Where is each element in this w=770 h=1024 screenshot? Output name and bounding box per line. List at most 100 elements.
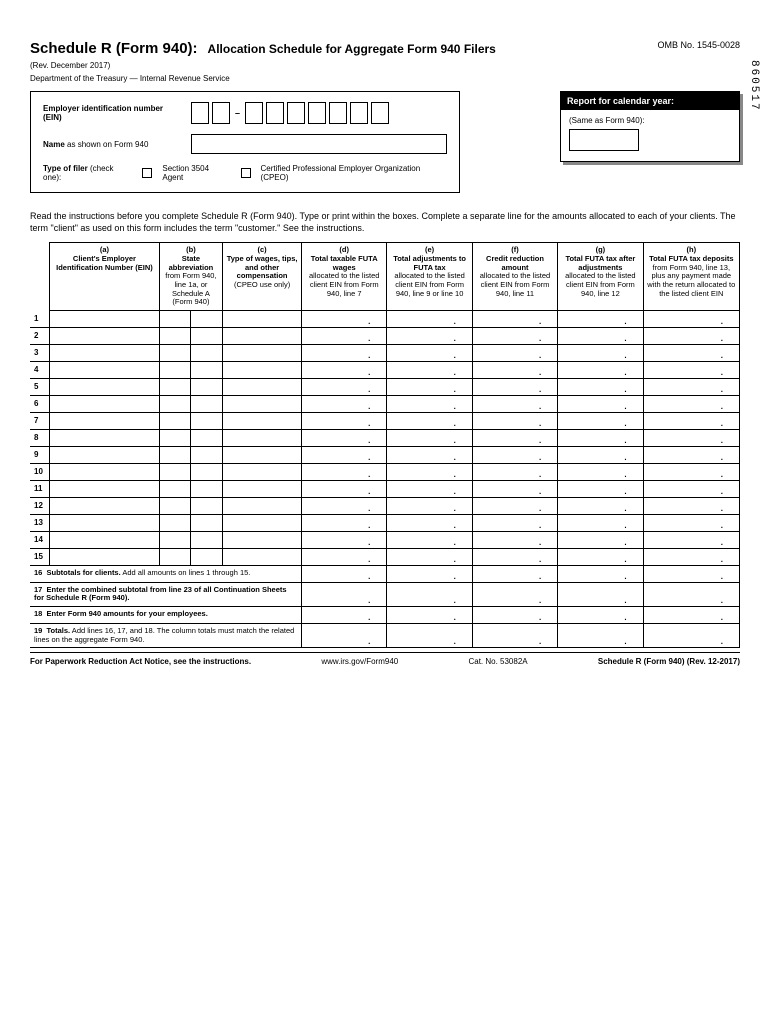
cell-d[interactable]: [302, 395, 387, 412]
cell-e[interactable]: [387, 463, 472, 480]
cell-b1[interactable]: [159, 310, 191, 327]
cell-c[interactable]: [223, 463, 302, 480]
row-19-g[interactable]: [558, 624, 643, 648]
cell-b1[interactable]: [159, 344, 191, 361]
cell-g[interactable]: [558, 531, 643, 548]
row-19-e[interactable]: [387, 624, 472, 648]
cell-b1[interactable]: [159, 497, 191, 514]
cell-f[interactable]: [472, 412, 557, 429]
cell-a[interactable]: [50, 446, 159, 463]
cell-a[interactable]: [50, 548, 159, 565]
ein-digit-4[interactable]: [266, 102, 284, 124]
cell-a[interactable]: [50, 327, 159, 344]
cell-b1[interactable]: [159, 327, 191, 344]
row-16-h[interactable]: [643, 565, 739, 582]
cell-h[interactable]: [643, 327, 739, 344]
cell-c[interactable]: [223, 497, 302, 514]
cell-c[interactable]: [223, 446, 302, 463]
cell-e[interactable]: [387, 310, 472, 327]
cell-c[interactable]: [223, 429, 302, 446]
ein-digit-9[interactable]: [371, 102, 389, 124]
cell-a[interactable]: [50, 463, 159, 480]
year-input[interactable]: [569, 129, 639, 151]
row-16-d[interactable]: [302, 565, 387, 582]
cell-g[interactable]: [558, 395, 643, 412]
cell-b2[interactable]: [191, 548, 223, 565]
cell-d[interactable]: [302, 480, 387, 497]
cell-b1[interactable]: [159, 395, 191, 412]
cell-e[interactable]: [387, 395, 472, 412]
cell-a[interactable]: [50, 412, 159, 429]
cell-b2[interactable]: [191, 310, 223, 327]
cell-c[interactable]: [223, 361, 302, 378]
cell-h[interactable]: [643, 531, 739, 548]
cell-a[interactable]: [50, 378, 159, 395]
cell-f[interactable]: [472, 548, 557, 565]
cell-e[interactable]: [387, 497, 472, 514]
checkbox-3504-agent[interactable]: [142, 168, 152, 178]
cell-b2[interactable]: [191, 514, 223, 531]
cell-c[interactable]: [223, 480, 302, 497]
cell-h[interactable]: [643, 497, 739, 514]
cell-b1[interactable]: [159, 463, 191, 480]
cell-h[interactable]: [643, 429, 739, 446]
cell-e[interactable]: [387, 480, 472, 497]
cell-b1[interactable]: [159, 361, 191, 378]
cell-b2[interactable]: [191, 395, 223, 412]
cell-b1[interactable]: [159, 548, 191, 565]
row-18-e[interactable]: [387, 607, 472, 624]
cell-e[interactable]: [387, 378, 472, 395]
cell-c[interactable]: [223, 412, 302, 429]
cell-g[interactable]: [558, 327, 643, 344]
cell-d[interactable]: [302, 378, 387, 395]
cell-g[interactable]: [558, 361, 643, 378]
ein-digit-1[interactable]: [191, 102, 209, 124]
cell-b2[interactable]: [191, 531, 223, 548]
row-18-f[interactable]: [472, 607, 557, 624]
cell-g[interactable]: [558, 344, 643, 361]
cell-a[interactable]: [50, 480, 159, 497]
cell-d[interactable]: [302, 310, 387, 327]
cell-d[interactable]: [302, 446, 387, 463]
cell-a[interactable]: [50, 429, 159, 446]
cell-b2[interactable]: [191, 480, 223, 497]
cell-a[interactable]: [50, 395, 159, 412]
cell-g[interactable]: [558, 497, 643, 514]
cell-e[interactable]: [387, 327, 472, 344]
ein-digit-7[interactable]: [329, 102, 347, 124]
ein-digit-2[interactable]: [212, 102, 230, 124]
cell-f[interactable]: [472, 310, 557, 327]
ein-digit-8[interactable]: [350, 102, 368, 124]
cell-a[interactable]: [50, 531, 159, 548]
cell-b2[interactable]: [191, 378, 223, 395]
row-17-d[interactable]: [302, 582, 387, 606]
cell-d[interactable]: [302, 412, 387, 429]
cell-b2[interactable]: [191, 463, 223, 480]
cell-d[interactable]: [302, 497, 387, 514]
cell-h[interactable]: [643, 344, 739, 361]
cell-f[interactable]: [472, 327, 557, 344]
cell-h[interactable]: [643, 378, 739, 395]
cell-g[interactable]: [558, 548, 643, 565]
cell-f[interactable]: [472, 446, 557, 463]
cell-f[interactable]: [472, 531, 557, 548]
row-17-e[interactable]: [387, 582, 472, 606]
cell-b1[interactable]: [159, 446, 191, 463]
cell-c[interactable]: [223, 395, 302, 412]
row-17-f[interactable]: [472, 582, 557, 606]
cell-h[interactable]: [643, 361, 739, 378]
cell-c[interactable]: [223, 378, 302, 395]
cell-d[interactable]: [302, 361, 387, 378]
cell-b1[interactable]: [159, 429, 191, 446]
cell-g[interactable]: [558, 378, 643, 395]
ein-digit-5[interactable]: [287, 102, 305, 124]
cell-f[interactable]: [472, 480, 557, 497]
cell-f[interactable]: [472, 463, 557, 480]
cell-b2[interactable]: [191, 361, 223, 378]
cell-a[interactable]: [50, 497, 159, 514]
cell-h[interactable]: [643, 463, 739, 480]
cell-b1[interactable]: [159, 531, 191, 548]
cell-c[interactable]: [223, 531, 302, 548]
cell-f[interactable]: [472, 497, 557, 514]
cell-b1[interactable]: [159, 514, 191, 531]
